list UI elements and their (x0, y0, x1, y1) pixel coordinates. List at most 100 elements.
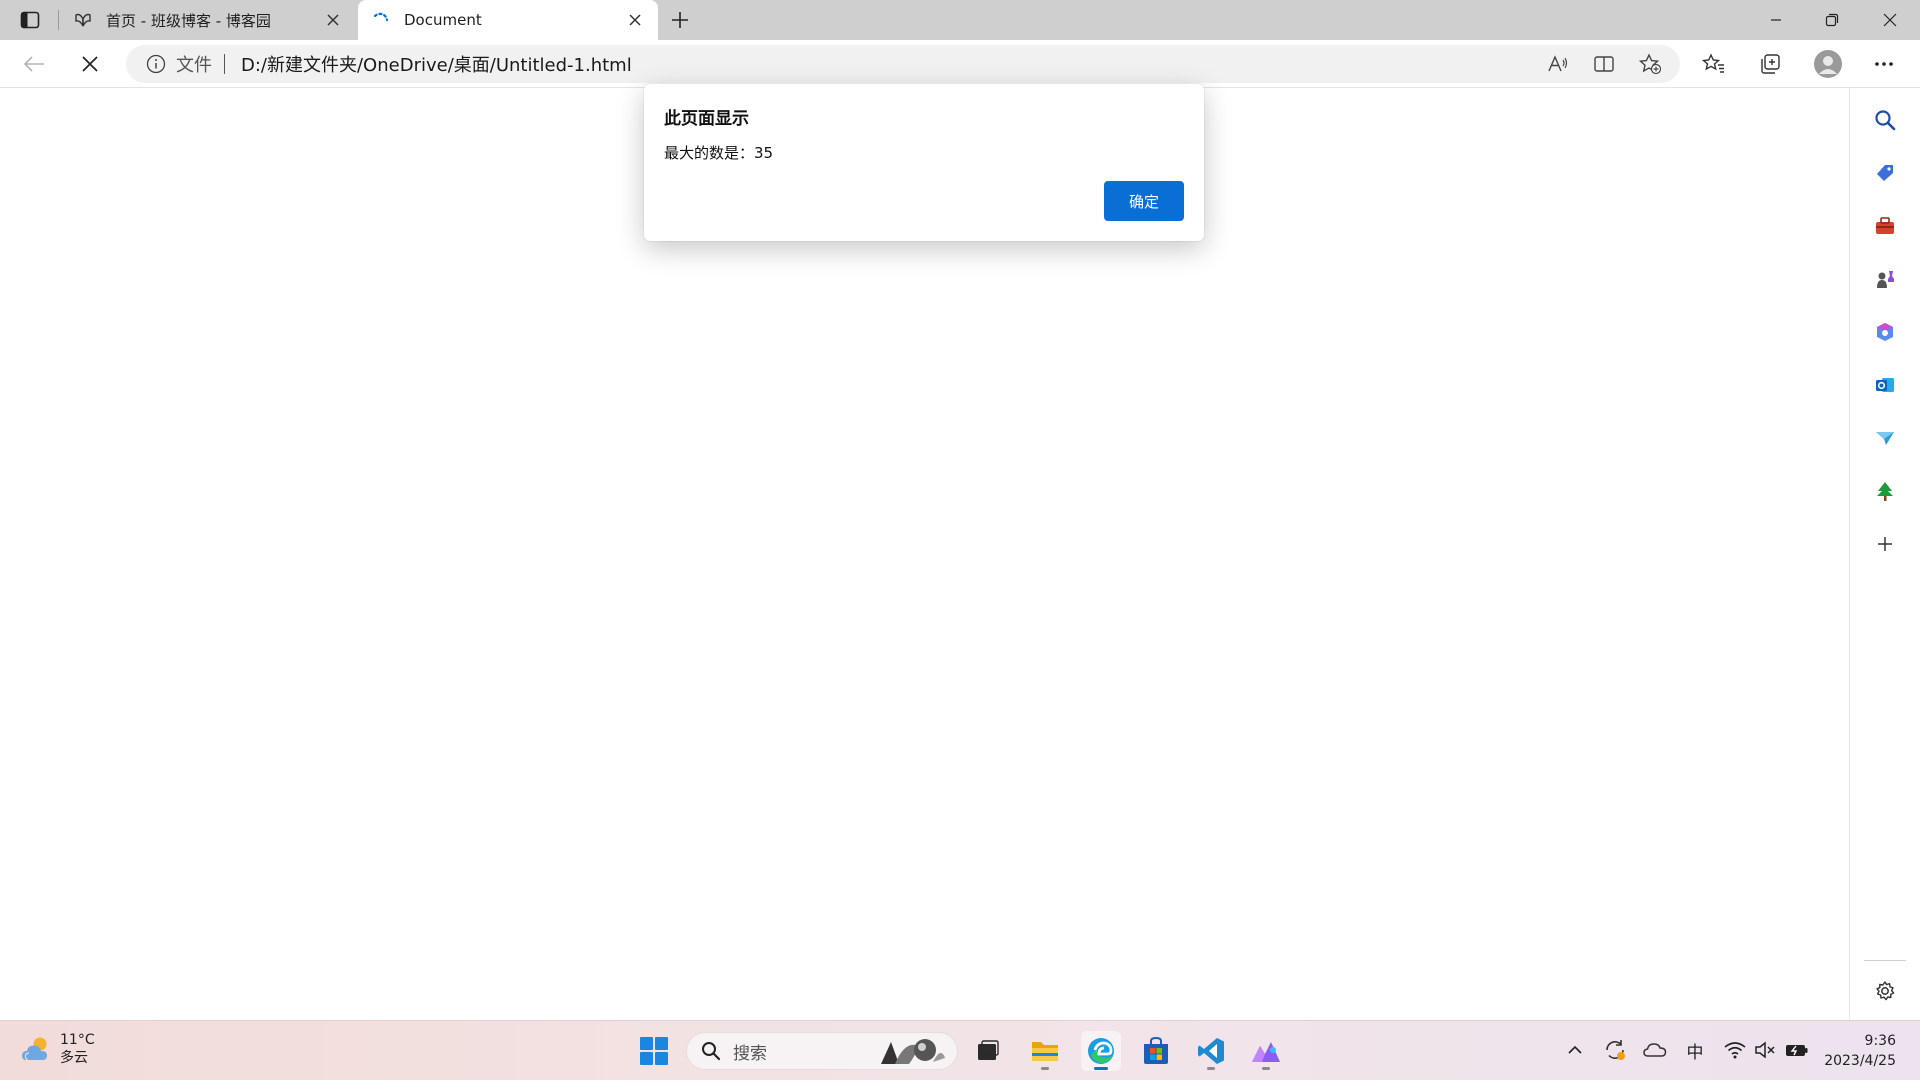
tab-actions-icon (20, 11, 40, 29)
sidebar-shopping-button[interactable] (1870, 158, 1900, 188)
onedrive-tray-icon[interactable] (1640, 1035, 1670, 1065)
windows-taskbar: 11°C 多云 搜索 中 9:36 2023/4/25 (0, 1020, 1920, 1080)
battery-charging-icon (1786, 1045, 1808, 1056)
weather-description: 多云 (60, 1050, 88, 1066)
search-icon (1875, 110, 1896, 131)
minimize-button[interactable] (1748, 0, 1804, 40)
battery-tray-icon[interactable] (1782, 1035, 1812, 1065)
paint-app-button[interactable] (1246, 1031, 1286, 1071)
chevron-up-icon (1568, 1045, 1582, 1054)
running-indicator (1207, 1067, 1215, 1070)
edge-icon (1088, 1038, 1114, 1064)
store-icon (1144, 1036, 1168, 1064)
start-button[interactable] (634, 1031, 674, 1071)
new-tab-button[interactable] (666, 7, 694, 33)
close-icon (1883, 13, 1897, 27)
scheme-label: 文件 (176, 55, 212, 76)
dialog-message: 最大的数是：35 (664, 144, 774, 162)
address-bar[interactable]: 文件 D:/新建文件夹/OneDrive/桌面/Untitled-1.html (126, 45, 1680, 83)
wifi-tray-icon[interactable] (1720, 1035, 1750, 1065)
favorites-button[interactable] (1696, 48, 1732, 80)
back-arrow-icon (23, 56, 44, 72)
show-hidden-icons-button[interactable] (1560, 1035, 1590, 1065)
running-indicator (1041, 1067, 1049, 1070)
folder-icon (1032, 1042, 1058, 1061)
url-text[interactable]: D:/新建文件夹/OneDrive/桌面/Untitled-1.html (241, 51, 632, 77)
tab-document[interactable]: Document (358, 0, 658, 40)
weather-temperature: 11°C (60, 1032, 95, 1048)
cloud-icon (1643, 1043, 1667, 1057)
vscode-button[interactable] (1191, 1031, 1231, 1071)
plus-icon (672, 12, 688, 28)
add-favorite-icon[interactable] (1636, 50, 1664, 78)
sidebar-games-button[interactable] (1870, 264, 1900, 294)
avatar-icon (1814, 50, 1842, 78)
clock-date: 2023/4/25 (1824, 1053, 1896, 1069)
close-window-button[interactable] (1862, 0, 1918, 40)
alert-dialog: 此页面显示 最大的数是：35 确定 (644, 84, 1204, 241)
read-aloud-icon[interactable] (1544, 50, 1572, 78)
address-bar-actions (1544, 45, 1664, 83)
collections-icon (1761, 54, 1780, 74)
restore-button[interactable] (1804, 0, 1860, 40)
tab-title: 首页 - 班级博客 - 博客园 (106, 11, 271, 30)
address-divider (224, 54, 225, 74)
stop-icon (82, 56, 98, 72)
restore-icon (1825, 13, 1839, 27)
system-clock[interactable]: 9:36 2023/4/25 (1824, 1031, 1896, 1071)
ime-indicator[interactable]: 中 (1680, 1035, 1710, 1065)
edge-sidebar (1849, 88, 1920, 1020)
browser-toolbar: 文件 D:/新建文件夹/OneDrive/桌面/Untitled-1.html (0, 40, 1920, 88)
mountain-app-icon (1252, 1042, 1280, 1062)
sidebar-tools-button[interactable] (1870, 211, 1900, 241)
volume-tray-icon[interactable] (1750, 1035, 1780, 1065)
cnblogs-favicon-icon (74, 11, 92, 29)
weather-widget[interactable]: 11°C 多云 (20, 1031, 95, 1067)
plus-icon (1878, 537, 1892, 551)
taskbar-search-box[interactable]: 搜索 (686, 1032, 958, 1070)
wifi-icon (1724, 1042, 1746, 1059)
task-view-icon (978, 1040, 999, 1060)
task-view-button[interactable] (968, 1031, 1008, 1071)
minimize-icon (1771, 19, 1781, 21)
close-tab-icon[interactable] (322, 9, 344, 31)
microsoft-store-button[interactable] (1136, 1031, 1176, 1071)
tab-actions-button[interactable] (12, 7, 48, 33)
ok-button[interactable]: 确定 (1104, 181, 1184, 221)
search-icon (702, 1042, 721, 1061)
shopping-tag-icon (1877, 165, 1893, 181)
stop-loading-button[interactable] (72, 48, 108, 80)
collections-button[interactable] (1752, 48, 1788, 80)
sync-tray-icon[interactable] (1600, 1035, 1630, 1065)
sidebar-tree-button[interactable] (1870, 476, 1900, 506)
sidebar-drop-button[interactable] (1870, 423, 1900, 453)
profile-button[interactable] (1810, 48, 1846, 80)
sidebar-settings-button[interactable] (1870, 976, 1900, 1006)
tab-cnblogs[interactable]: 首页 - 班级博客 - 博客园 (60, 0, 356, 40)
more-horizontal-icon (1875, 62, 1893, 66)
dialog-title: 此页面显示 (664, 109, 749, 129)
chess-games-icon (1877, 271, 1894, 288)
sidebar-add-button[interactable] (1870, 529, 1900, 559)
sidebar-outlook-button[interactable] (1870, 370, 1900, 400)
settings-more-button[interactable] (1866, 48, 1902, 80)
windows-logo-icon (640, 1037, 668, 1065)
partly-cloudy-icon (22, 1037, 47, 1061)
vscode-icon (1198, 1038, 1224, 1064)
search-highlight-illustration-icon (881, 1039, 945, 1064)
gear-icon (1876, 981, 1895, 1001)
edge-taskbar-button[interactable] (1081, 1031, 1121, 1071)
favorites-icon (1702, 53, 1724, 73)
split-screen-icon[interactable] (1590, 50, 1618, 78)
site-info-icon[interactable] (146, 54, 166, 74)
back-button[interactable] (16, 48, 52, 80)
close-tab-icon[interactable] (624, 9, 646, 31)
office-icon (1877, 323, 1893, 341)
tab-title: Document (404, 11, 482, 29)
sidebar-divider (1864, 960, 1906, 961)
file-explorer-button[interactable] (1025, 1031, 1065, 1071)
sidebar-search-button[interactable] (1870, 105, 1900, 135)
send-paper-plane-icon (1876, 432, 1894, 445)
outlook-icon (1876, 378, 1894, 392)
sidebar-office-button[interactable] (1870, 317, 1900, 347)
